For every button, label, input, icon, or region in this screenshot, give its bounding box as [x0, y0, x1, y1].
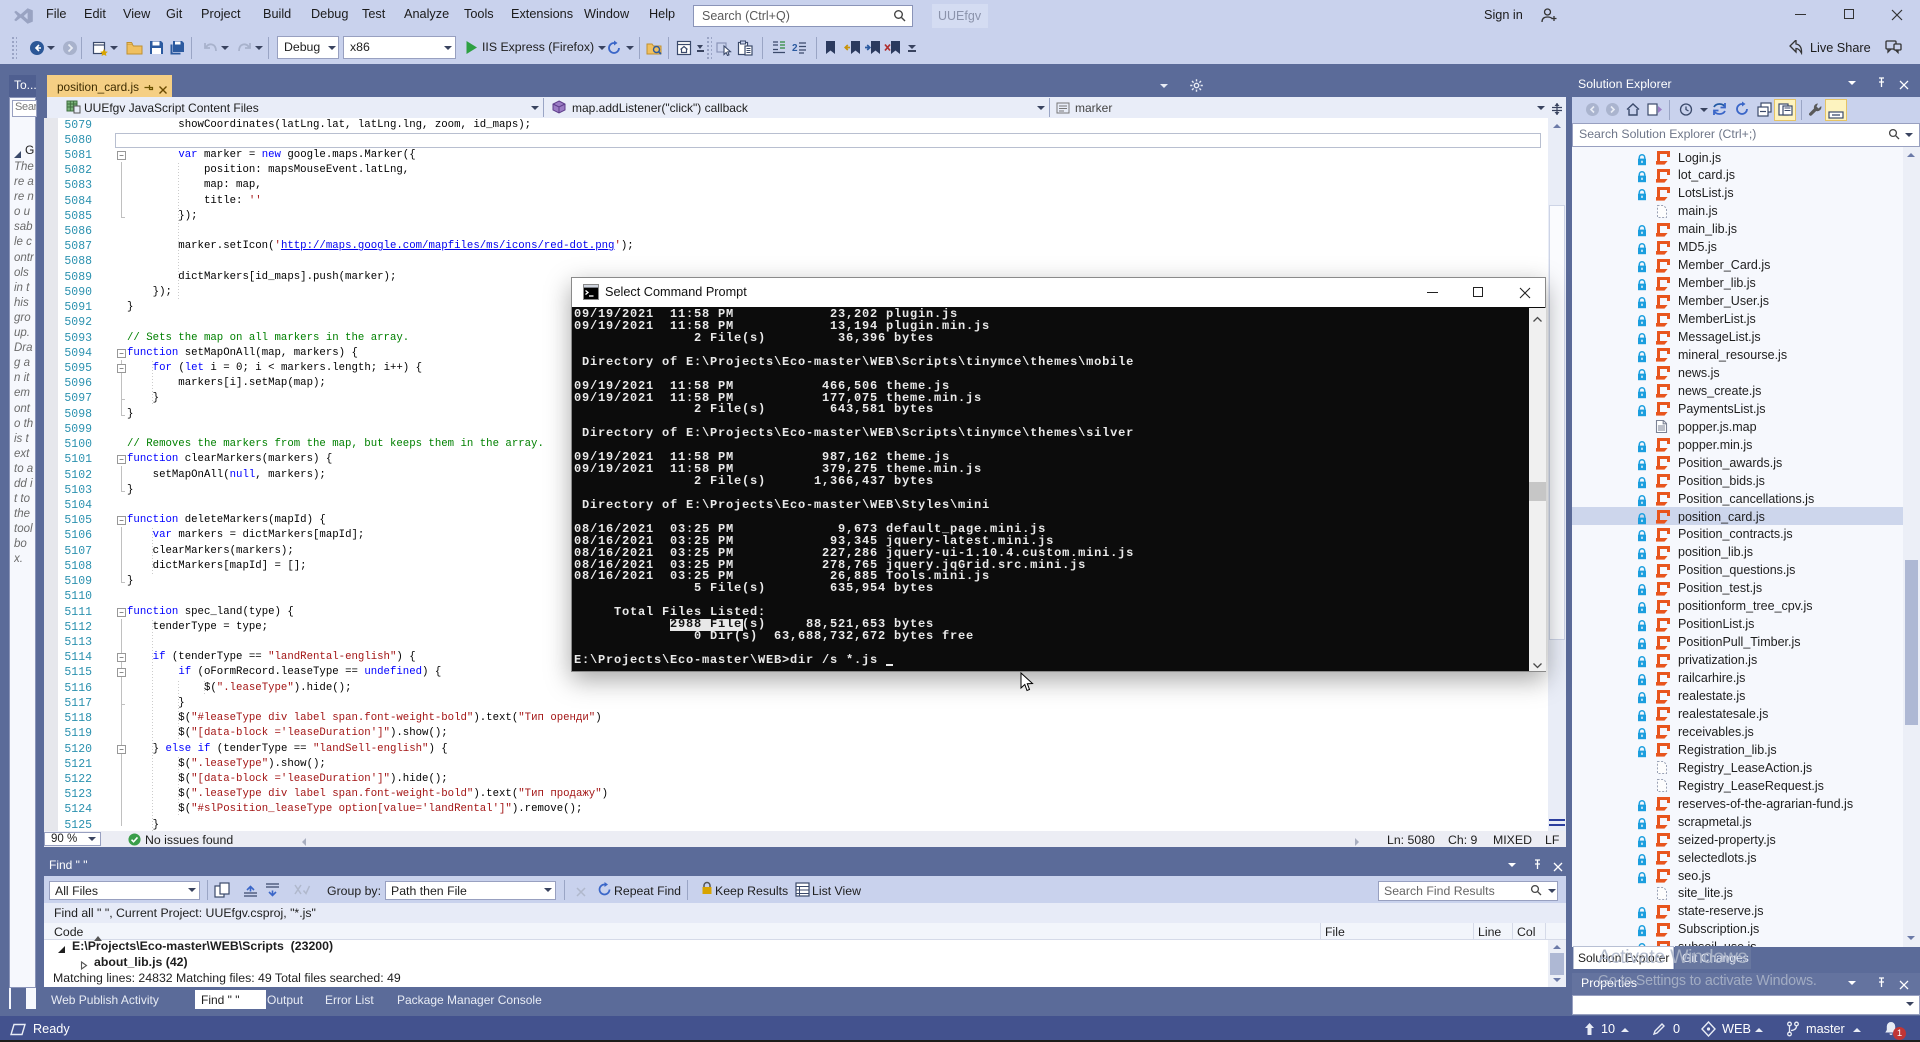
svg-text:2: 2 [792, 43, 798, 54]
